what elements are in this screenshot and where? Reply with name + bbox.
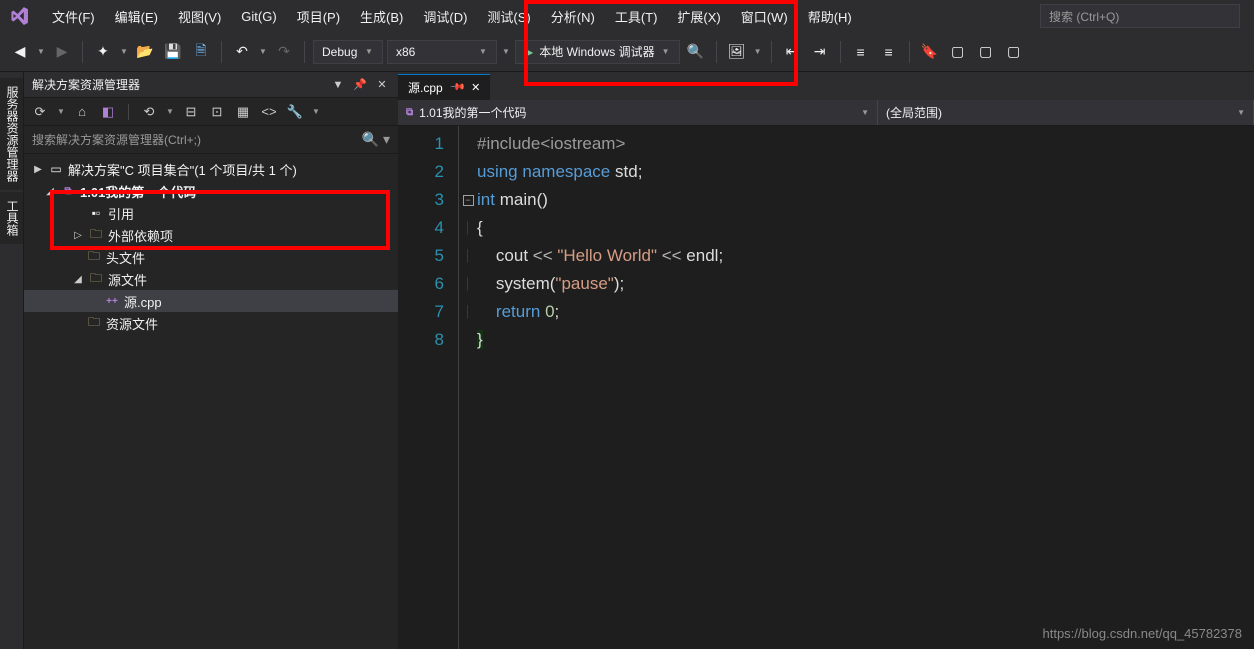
nav-back-icon[interactable]: ◀ (8, 40, 32, 64)
nav-project-combo[interactable]: ⧉ 1.01我的第一个代码 ▼ (398, 100, 878, 125)
start-debug-button[interactable]: ▶ 本地 Windows 调试器 ▼ (515, 40, 680, 64)
watermark: https://blog.csdn.net/qq_45782378 (1043, 626, 1243, 641)
open-folder-icon[interactable]: 📂 (133, 40, 157, 64)
nav-forward-icon[interactable]: ▶ (50, 40, 74, 64)
tree-headers[interactable]: 🗀 头文件 (24, 246, 398, 268)
menu-git[interactable]: Git(G) (231, 5, 286, 28)
pin-icon[interactable]: 📌 (352, 77, 368, 93)
solution-explorer-panel: 解决方案资源管理器 ▼ 📌 ✕ ⟳▼ ⌂ ◧ ⟲▼ ⊟ ⊡ ▦ <> 🔧▼ 搜索… (24, 72, 398, 649)
editor-area: 源.cpp 📌 ✕ ⧉ 1.01我的第一个代码 ▼ (全局范围) ▼ 12345… (398, 72, 1254, 649)
close-icon[interactable]: ✕ (471, 81, 480, 94)
menu-window[interactable]: 窗口(W) (731, 3, 798, 30)
toolbox-tab[interactable]: 工具箱 (0, 192, 23, 244)
menu-help[interactable]: 帮助(H) (798, 3, 862, 30)
sync-icon[interactable]: ⟳ (30, 102, 50, 122)
expand-icon[interactable]: ◢ (72, 274, 84, 285)
platform-combo[interactable]: x86▼ (387, 40, 497, 64)
refresh-icon[interactable]: ⟲ (139, 102, 159, 122)
close-icon[interactable]: ✕ (374, 77, 390, 93)
tree-project[interactable]: ◢ ⧉ 1.01我的第一个代码 (24, 180, 398, 202)
expand-icon[interactable]: ▶ (32, 164, 44, 175)
tab-label: 源.cpp (408, 79, 443, 96)
menu-view[interactable]: 视图(V) (168, 3, 231, 30)
home-icon[interactable]: ⌂ (72, 102, 92, 122)
fold-icon[interactable]: − (463, 195, 474, 206)
menu-test[interactable]: 测试(S) (477, 3, 540, 30)
save-all-icon[interactable]: 🗎 (189, 40, 213, 64)
new-project-icon[interactable]: ✦ (91, 40, 115, 64)
tree-source-file[interactable]: ++ 源.cpp (24, 290, 398, 312)
solution-explorer-header: 解决方案资源管理器 ▼ 📌 ✕ (24, 72, 398, 98)
menu-debug[interactable]: 调试(D) (413, 3, 477, 30)
outdent-icon[interactable]: ≡ (849, 40, 873, 64)
properties-icon[interactable]: ▦ (233, 102, 253, 122)
show-all-icon[interactable]: ⊡ (207, 102, 227, 122)
menu-build[interactable]: 生成(B) (350, 3, 413, 30)
nav-scope-combo[interactable]: (全局范围) ▼ (878, 100, 1254, 125)
redo-icon[interactable]: ↷ (272, 40, 296, 64)
project-icon: ⧉ (60, 186, 76, 197)
step-out-icon[interactable]: ⇤ (780, 40, 804, 64)
tree-references[interactable]: ▪▫ 引用 (24, 202, 398, 224)
undo-icon[interactable]: ↶ (230, 40, 254, 64)
folder-icon: 🗀 (86, 247, 102, 268)
vs-logo-icon (6, 3, 32, 29)
bookmark-icon[interactable]: 🔖 (918, 40, 942, 64)
debug-config-icon[interactable]: 🔍 (684, 40, 708, 64)
search-icon: 🔍 ▾ (362, 131, 390, 148)
solution-search[interactable]: 搜索解决方案资源管理器(Ctrl+;) 🔍 ▾ (24, 126, 398, 154)
editor-tab-bar: 源.cpp 📌 ✕ (398, 72, 1254, 100)
toolbar: ◀▼ ▶ ✦▼ 📂 💾 🗎 ↶▼ ↷ Debug▼ x86▼ ▼ ▶ 本地 Wi… (0, 32, 1254, 72)
folder-icon: 🗀 (86, 313, 102, 334)
uncomment-icon[interactable]: ▢ (974, 40, 998, 64)
menu-tools[interactable]: 工具(T) (605, 3, 668, 30)
pin-icon[interactable]: 📌 (449, 79, 466, 96)
tree-resources[interactable]: 🗀 资源文件 (24, 312, 398, 334)
switch-view-icon[interactable]: ◧ (98, 102, 118, 122)
indent-icon[interactable]: ≡ (877, 40, 901, 64)
solution-explorer-title: 解决方案资源管理器 (32, 76, 140, 93)
image-icon[interactable]: 🖼 (725, 40, 749, 64)
debugger-label: 本地 Windows 调试器 (539, 43, 654, 60)
tree-sources[interactable]: ◢ 🗀 源文件 (24, 268, 398, 290)
wrench-icon[interactable]: 🔧 (285, 102, 305, 122)
panel-dropdown-icon[interactable]: ▼ (330, 77, 346, 93)
server-explorer-tab[interactable]: 服务器资源管理器 (0, 78, 23, 190)
config-combo[interactable]: Debug▼ (313, 40, 383, 64)
play-icon: ▶ (524, 45, 533, 59)
solution-toolbar: ⟳▼ ⌂ ◧ ⟲▼ ⊟ ⊡ ▦ <> 🔧▼ (24, 98, 398, 126)
folder-icon: 🗀 (88, 269, 104, 290)
search-input[interactable]: 搜索 (Ctrl+Q) (1040, 4, 1240, 28)
save-icon[interactable]: 💾 (161, 40, 185, 64)
step-over-icon[interactable]: ⇥ (808, 40, 832, 64)
menu-analyze[interactable]: 分析(N) (541, 3, 605, 30)
expand-icon[interactable]: ▷ (72, 230, 84, 241)
cpp-file-icon: ++ (104, 296, 120, 307)
project-icon: ⧉ (406, 107, 413, 118)
menu-extensions[interactable]: 扩展(X) (667, 3, 730, 30)
editor-tab[interactable]: 源.cpp 📌 ✕ (398, 74, 490, 100)
tree-external-deps[interactable]: ▷ 🗀 外部依赖项 (24, 224, 398, 246)
tree-solution-root[interactable]: ▶ ▭ 解决方案"C 项目集合"(1 个项目/共 1 个) (24, 158, 398, 180)
nav-bar: ⧉ 1.01我的第一个代码 ▼ (全局范围) ▼ (398, 100, 1254, 126)
references-icon: ▪▫ (88, 206, 104, 220)
solution-tree: ▶ ▭ 解决方案"C 项目集合"(1 个项目/共 1 个) ◢ ⧉ 1.01我的… (24, 154, 398, 649)
collapse-icon[interactable]: ⊟ (181, 102, 201, 122)
menu-bar: 文件(F) 编辑(E) 视图(V) Git(G) 项目(P) 生成(B) 调试(… (0, 0, 1254, 32)
menu-project[interactable]: 项目(P) (287, 3, 350, 30)
menu-edit[interactable]: 编辑(E) (105, 3, 168, 30)
menu-file[interactable]: 文件(F) (42, 3, 105, 30)
format-icon[interactable]: ▢ (1002, 40, 1026, 64)
code-editor[interactable]: 12345678 #include<iostream> using namesp… (398, 126, 1254, 649)
expand-icon[interactable]: ◢ (44, 186, 56, 197)
code-icon[interactable]: <> (259, 102, 279, 122)
comment-icon[interactable]: ▢ (946, 40, 970, 64)
folder-icon: 🗀 (88, 225, 104, 246)
left-tab-strip: 服务器资源管理器 工具箱 (0, 72, 24, 649)
code-body[interactable]: #include<iostream> using namespace std; … (458, 126, 1254, 649)
line-gutter: 12345678 (398, 126, 458, 649)
solution-icon: ▭ (48, 162, 64, 176)
